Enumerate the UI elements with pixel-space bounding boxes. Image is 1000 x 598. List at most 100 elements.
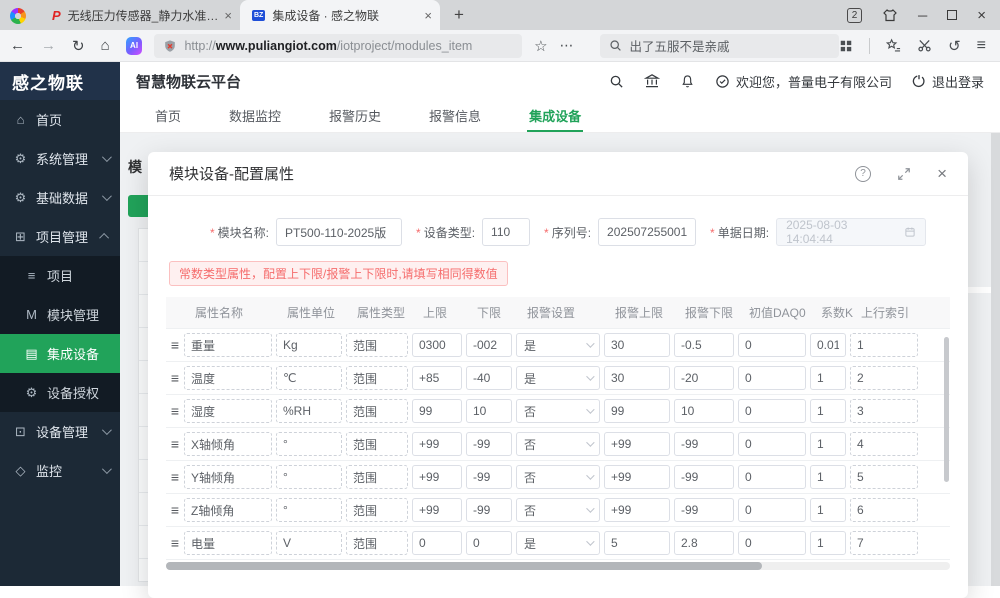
attr-unit-input[interactable] (276, 333, 342, 357)
attr-unit-input[interactable] (276, 531, 342, 555)
sidebar-item-device-mgmt[interactable]: ⊡ 设备管理 (0, 412, 120, 451)
drag-handle-icon[interactable]: ≡ (166, 370, 184, 386)
alarm-lower-input[interactable] (674, 465, 734, 489)
attr-name-input[interactable] (184, 399, 272, 423)
daq0-input[interactable] (738, 531, 806, 555)
drag-handle-icon[interactable]: ≡ (166, 469, 184, 485)
browser-skin-icon[interactable] (882, 7, 898, 23)
uplink-index-input[interactable] (850, 399, 918, 423)
upper-limit-input[interactable] (412, 399, 462, 423)
favorites-list-icon[interactable] (886, 38, 901, 53)
sidebar-item-home[interactable]: ⌂ 首页 (0, 100, 120, 139)
upper-limit-input[interactable] (412, 498, 462, 522)
sidebar-item-project-mgmt[interactable]: ⊞ 项目管理 (0, 217, 120, 256)
drag-handle-icon[interactable]: ≡ (166, 535, 184, 551)
alarm-setting-select[interactable]: 是 (516, 531, 600, 555)
alarm-setting-select[interactable]: 否 (516, 432, 600, 456)
coefficient-input[interactable] (810, 432, 846, 456)
browser-logo-icon[interactable] (10, 8, 26, 24)
sidebar-item-project[interactable]: ≡ 项目 (0, 256, 120, 295)
attr-type-input[interactable] (346, 498, 408, 522)
attr-name-input[interactable] (184, 465, 272, 489)
uplink-index-input[interactable] (850, 498, 918, 522)
uplink-index-input[interactable] (850, 432, 918, 456)
lower-limit-input[interactable] (466, 333, 512, 357)
new-tab-button[interactable]: + (454, 5, 464, 25)
attr-unit-input[interactable] (276, 366, 342, 390)
tab1-close-icon[interactable]: × (224, 8, 232, 23)
scissors-icon[interactable] (917, 38, 932, 53)
upper-limit-input[interactable] (412, 366, 462, 390)
minimize-button[interactable]: ─ (918, 8, 927, 23)
alarm-lower-input[interactable] (674, 531, 734, 555)
attr-type-input[interactable] (346, 465, 408, 489)
alarm-upper-input[interactable] (604, 333, 670, 357)
tab-data-monitor[interactable]: 数据监控 (227, 100, 283, 132)
sidebar-item-module-mgmt[interactable]: M 模块管理 (0, 295, 120, 334)
module-name-input[interactable] (276, 218, 402, 246)
coefficient-input[interactable] (810, 366, 846, 390)
daq0-input[interactable] (738, 498, 806, 522)
alarm-upper-input[interactable] (604, 432, 670, 456)
tab-integrated-device[interactable]: 集成设备 (527, 100, 583, 132)
table-horizontal-scrollbar[interactable] (166, 562, 950, 570)
alarm-setting-select[interactable]: 否 (516, 399, 600, 423)
drag-handle-icon[interactable]: ≡ (166, 436, 184, 452)
alarm-setting-select[interactable]: 否 (516, 465, 600, 489)
daq0-input[interactable] (738, 465, 806, 489)
attr-type-input[interactable] (346, 399, 408, 423)
attr-type-input[interactable] (346, 531, 408, 555)
coefficient-input[interactable] (810, 531, 846, 555)
alarm-lower-input[interactable] (674, 333, 734, 357)
tracking-shield-icon[interactable] (163, 39, 177, 53)
upper-limit-input[interactable] (412, 432, 462, 456)
alarm-lower-input[interactable] (674, 498, 734, 522)
date-input-disabled[interactable]: 2025-08-03 14:04:44 (776, 218, 926, 246)
coefficient-input[interactable] (810, 498, 846, 522)
table-vertical-scrollbar[interactable] (944, 337, 949, 482)
browser-menu-icon[interactable]: ≡ (977, 37, 986, 55)
logout-button[interactable]: 退出登录 (912, 72, 984, 91)
attr-type-input[interactable] (346, 366, 408, 390)
uplink-index-input[interactable] (850, 465, 918, 489)
bell-icon[interactable] (680, 74, 695, 89)
browser-tab-2-active[interactable]: BZ 集成设备 · 感之物联 × (240, 0, 440, 30)
alarm-upper-input[interactable] (604, 399, 670, 423)
coefficient-input[interactable] (810, 465, 846, 489)
sidebar-item-integrated-device[interactable]: ▤ 集成设备 (0, 334, 120, 373)
drag-handle-icon[interactable]: ≡ (166, 502, 184, 518)
undo-icon[interactable]: ↺ (948, 37, 961, 55)
lower-limit-input[interactable] (466, 432, 512, 456)
tab-alarm-history[interactable]: 报警历史 (327, 100, 383, 132)
horizontal-scrollbar-thumb[interactable] (166, 562, 762, 570)
browser-tab-1[interactable]: P 无线压力传感器_静力水准仪_ × (40, 0, 240, 30)
lower-limit-input[interactable] (466, 465, 512, 489)
lower-limit-input[interactable] (466, 498, 512, 522)
drag-handle-icon[interactable]: ≡ (166, 403, 184, 419)
attr-name-input[interactable] (184, 531, 272, 555)
daq0-input[interactable] (738, 399, 806, 423)
bookmark-star-icon[interactable]: ☆ (534, 37, 547, 55)
tab-alarm-info[interactable]: 报警信息 (427, 100, 483, 132)
attr-unit-input[interactable] (276, 498, 342, 522)
sidebar-item-device-auth[interactable]: ⚙ 设备授权 (0, 373, 120, 412)
home-button[interactable]: ⌂ (101, 37, 110, 54)
attr-unit-input[interactable] (276, 432, 342, 456)
uplink-index-input[interactable] (850, 366, 918, 390)
dialog-close-icon[interactable]: × (937, 165, 947, 182)
help-icon[interactable]: ? (855, 166, 871, 182)
forward-button[interactable]: → (41, 37, 56, 54)
attr-type-input[interactable] (346, 333, 408, 357)
browser-search-box[interactable]: 出了五服不是亲戚 (600, 34, 840, 58)
daq0-input[interactable] (738, 333, 806, 357)
attr-unit-input[interactable] (276, 465, 342, 489)
lower-limit-input[interactable] (466, 366, 512, 390)
alarm-setting-select[interactable]: 是 (516, 333, 600, 357)
alarm-upper-input[interactable] (604, 465, 670, 489)
attr-unit-input[interactable] (276, 399, 342, 423)
daq0-input[interactable] (738, 366, 806, 390)
upper-limit-input[interactable] (412, 531, 462, 555)
reload-button[interactable]: ↻ (72, 37, 85, 55)
lower-limit-input[interactable] (466, 399, 512, 423)
maximize-button[interactable] (947, 10, 957, 20)
